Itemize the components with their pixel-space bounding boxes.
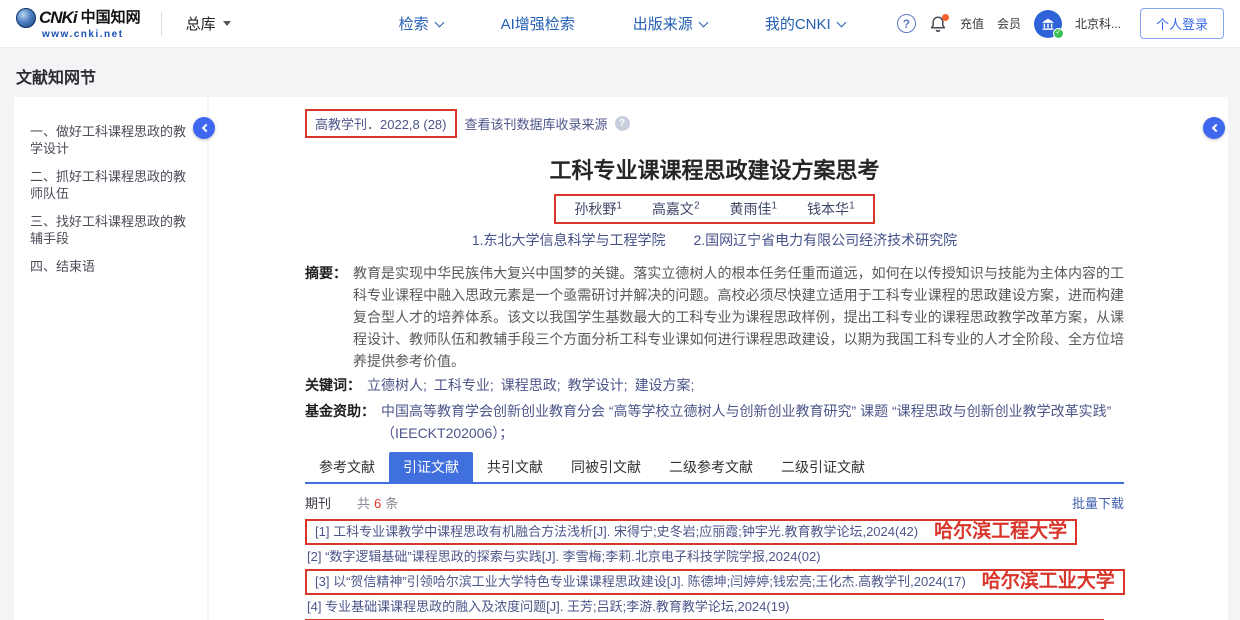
journal-source-link[interactable]: 查看该刊数据库收录来源 bbox=[465, 114, 608, 133]
citation-list: [1] 工科专业课教学中课程思政有机融合方法浅析[J]. 宋得宁;史冬岩;应丽霞… bbox=[305, 519, 1124, 620]
outline-item[interactable]: 一、做好工科课程思政的教学设计 bbox=[30, 123, 195, 157]
outline-sidebar: 一、做好工科课程思政的教学设计 二、抓好工科课程思政的教师队伍 三、找好工科课程… bbox=[14, 97, 207, 620]
recharge-link[interactable]: 充值 bbox=[960, 15, 984, 32]
abstract-row: 摘要： 教育是实现中华民族伟大复兴中国梦的关键。落实立德树人的根本任务任重而道远… bbox=[305, 262, 1124, 372]
nav-menu-item[interactable]: AI增强检索 bbox=[501, 13, 575, 34]
journal-highlight-box: 高教学刊．2022,8 (28) bbox=[305, 109, 457, 138]
citation-row: [1] 工科专业课教学中课程思政有机融合方法浅析[J]. 宋得宁;史冬岩;应丽霞… bbox=[305, 519, 1077, 545]
fund-row: 基金资助： 中国高等教育学会创新创业教育分会 “高等学校立德树人与创新创业教育研… bbox=[305, 400, 1124, 444]
authors-highlight-box: 孙秋野1 高嘉文2 黄雨佳1 钱本华1 bbox=[554, 194, 874, 224]
nav-right-cluster: ? 充值 会员 ✓ 北京科... 个人登录 bbox=[897, 8, 1224, 39]
citation-row: [3] 以“贺信精神”引领哈尔滨工业大学特色专业课课程思政建设[J]. 陈德坤;… bbox=[305, 569, 1125, 595]
nav-menu-label: 检索 bbox=[399, 13, 429, 34]
affiliations[interactable]: 1.东北大学信息科学与工程学院 2.国网辽宁省电力有限公司经济技术研究院 bbox=[305, 230, 1124, 250]
citation-count: 共6条 bbox=[357, 493, 398, 512]
citation-count-row: 期刊 共6条 批量下载 bbox=[305, 493, 1124, 512]
citation-tab[interactable]: 同被引文献 bbox=[557, 452, 655, 482]
nav-menu-item[interactable]: 检索 bbox=[399, 13, 443, 34]
citation-link[interactable]: [4] 专业基础课课程思政的融入及浓度问题[J]. 王芳;吕跃;李游.教育教学论… bbox=[307, 599, 790, 615]
keywords-row: 关键词： 立德树人; 工科专业; 课程思政; 教学设计; 建设方案; bbox=[305, 374, 1124, 396]
article-panel: 高教学刊．2022,8 (28) 查看该刊数据库收录来源 ? 工科专业课课程思政… bbox=[209, 97, 1228, 620]
citation-type-label: 期刊 bbox=[305, 493, 331, 512]
nav-menu-label: AI增强检索 bbox=[501, 13, 575, 34]
member-link[interactable]: 会员 bbox=[997, 15, 1021, 32]
database-selector-label: 总库 bbox=[186, 13, 216, 34]
logo-url-text: www.cnki.net bbox=[42, 30, 141, 40]
cnki-logo[interactable]: CNKi 中国知网 www.cnki.net bbox=[16, 8, 141, 40]
author-link[interactable]: 孙秋野1 bbox=[574, 199, 622, 219]
chevron-down-icon bbox=[698, 17, 708, 27]
keywords-label: 关键词： bbox=[305, 374, 361, 396]
logo-mark: CNKi bbox=[39, 9, 77, 26]
verified-check-icon: ✓ bbox=[1053, 28, 1064, 39]
caret-down-icon bbox=[223, 21, 231, 26]
citation-annotation: 哈尔滨工程大学 bbox=[934, 522, 1067, 542]
citation-tabs: 参考文献 引证文献 共引文献 同被引文献 二级参考文献 二级引证文献 bbox=[305, 452, 1124, 484]
chevron-left-icon bbox=[201, 124, 209, 132]
main-nav: 检索 AI增强检索 出版来源 我的CNKI bbox=[399, 13, 845, 34]
journal-row: 高教学刊．2022,8 (28) 查看该刊数据库收录来源 ? bbox=[305, 109, 1124, 138]
nav-menu-label: 我的CNKI bbox=[765, 13, 831, 34]
citation-annotation: 哈尔滨工业大学 bbox=[982, 572, 1115, 592]
abstract-text: 教育是实现中华民族伟大复兴中国梦的关键。落实立德树人的根本任务任重而道远，如何在… bbox=[353, 262, 1124, 372]
keyword-link[interactable]: 教学设计; bbox=[568, 374, 628, 396]
author-link[interactable]: 钱本华1 bbox=[807, 199, 855, 219]
nav-menu-label: 出版来源 bbox=[633, 13, 693, 34]
citation-tab[interactable]: 二级参考文献 bbox=[655, 452, 767, 482]
fund-label: 基金资助： bbox=[305, 400, 375, 444]
article-title: 工科专业课课程思政建设方案思考 bbox=[305, 153, 1124, 185]
batch-download-link[interactable]: 批量下载 bbox=[1072, 493, 1124, 512]
institution-name[interactable]: 北京科... bbox=[1075, 15, 1121, 32]
logo-brand-text: 中国知网 bbox=[81, 10, 141, 25]
institution-avatar[interactable]: ✓ bbox=[1034, 10, 1062, 38]
database-selector[interactable]: 总库 bbox=[186, 13, 231, 34]
page-title: 文献知网节 bbox=[16, 64, 96, 88]
fund-text[interactable]: 中国高等教育学会创新创业教育分会 “高等学校立德树人与创新创业教育研究” 课题 … bbox=[381, 400, 1124, 444]
collapse-sidebar-button[interactable] bbox=[193, 117, 215, 139]
journal-name-link[interactable]: 高教学刊．2022,8 (28) bbox=[315, 117, 447, 132]
collapse-right-panel-button[interactable] bbox=[1203, 117, 1225, 139]
citation-count-number: 6 bbox=[374, 496, 381, 511]
nav-menu-item[interactable]: 我的CNKI bbox=[765, 13, 845, 34]
author-link[interactable]: 高嘉文2 bbox=[652, 199, 700, 219]
citation-row: [2] “数字逻辑基础”课程思政的探索与实践[J]. 李雪梅;李莉.北京电子科技… bbox=[305, 548, 823, 566]
citation-link[interactable]: [1] 工科专业课教学中课程思政有机融合方法浅析[J]. 宋得宁;史冬岩;应丽霞… bbox=[315, 524, 918, 540]
keyword-link[interactable]: 工科专业; bbox=[434, 374, 494, 396]
personal-login-button[interactable]: 个人登录 bbox=[1140, 8, 1224, 39]
keyword-link[interactable]: 立德树人; bbox=[367, 374, 427, 396]
keyword-link[interactable]: 建设方案; bbox=[635, 374, 695, 396]
abstract-label: 摘要： bbox=[305, 262, 347, 372]
nav-divider bbox=[161, 12, 162, 36]
notification-dot bbox=[942, 14, 949, 21]
chevron-down-icon bbox=[434, 17, 444, 27]
outline-item[interactable]: 四、结束语 bbox=[30, 258, 195, 275]
outline-item[interactable]: 二、抓好工科课程思政的教师队伍 bbox=[30, 168, 195, 202]
citation-row: [4] 专业基础课课程思政的融入及浓度问题[J]. 王芳;吕跃;李游.教育教学论… bbox=[305, 598, 792, 616]
help-icon[interactable]: ? bbox=[897, 14, 916, 33]
nav-menu-item[interactable]: 出版来源 bbox=[633, 13, 707, 34]
notification-bell-icon[interactable] bbox=[929, 15, 947, 33]
citation-tab[interactable]: 引证文献 bbox=[389, 452, 473, 482]
cnki-globe-icon bbox=[16, 8, 36, 28]
citation-tab[interactable]: 二级引证文献 bbox=[767, 452, 879, 482]
keyword-link[interactable]: 课程思政; bbox=[501, 374, 561, 396]
citation-tab[interactable]: 参考文献 bbox=[305, 452, 389, 482]
chevron-down-icon bbox=[836, 17, 846, 27]
chevron-left-icon bbox=[1211, 124, 1219, 132]
citation-tab[interactable]: 共引文献 bbox=[473, 452, 557, 482]
author-link[interactable]: 黄雨佳1 bbox=[730, 199, 778, 219]
outline-item[interactable]: 三、找好工科课程思政的教辅手段 bbox=[30, 213, 195, 247]
authors-row: 孙秋野1 高嘉文2 黄雨佳1 钱本华1 bbox=[305, 194, 1124, 224]
info-question-icon[interactable]: ? bbox=[615, 116, 630, 131]
keywords-list: 立德树人; 工科专业; 课程思政; 教学设计; 建设方案; bbox=[367, 374, 701, 396]
citation-link[interactable]: [2] “数字逻辑基础”课程思政的探索与实践[J]. 李雪梅;李莉.北京电子科技… bbox=[307, 549, 821, 565]
top-navbar: CNKi 中国知网 www.cnki.net 总库 检索 AI增强检索 出版来源 bbox=[0, 0, 1240, 48]
citation-link[interactable]: [3] 以“贺信精神”引领哈尔滨工业大学特色专业课课程思政建设[J]. 陈德坤;… bbox=[315, 574, 966, 590]
